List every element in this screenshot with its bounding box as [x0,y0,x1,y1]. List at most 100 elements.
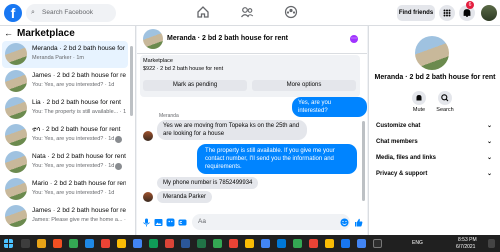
marketplace-conversation-list: ← Marketplace Meranda · 2 bd 2 bath house… [0,26,136,235]
incoming-message[interactable]: Yes we are moving from Topeka ks on the … [157,120,307,140]
row-label: Chat members [376,139,418,145]
conversation-preview: You: The property is still available... … [32,109,126,115]
search-conversation-button[interactable] [438,91,452,105]
chrome-icon[interactable] [325,239,334,248]
word-icon[interactable] [181,239,190,248]
listing-source: Marketplace [143,58,173,64]
conversation-item[interactable]: Nata · 2 bd 2 bath house for rent You: Y… [2,149,128,176]
chrome-icon[interactable] [309,239,318,248]
message-input[interactable]: Aa [192,214,350,230]
outgoing-message[interactable]: The property is still available. If you … [197,144,357,174]
profile-avatar[interactable] [481,5,497,21]
conversation-item[interactable]: Mario · 2 bd 2 bath house for rent You: … [2,176,128,203]
search-input[interactable]: ⌕ Search Facebook [26,4,116,22]
chrome-icon[interactable] [261,239,270,248]
customize-chat-row[interactable]: Customize chat ⌄ [376,119,494,133]
emoji-icon[interactable] [340,218,349,227]
friends-icon[interactable] [240,5,254,19]
conversation-list-scrollbar[interactable] [130,46,133,116]
chrome-icon[interactable] [213,239,222,248]
media-files-links-row[interactable]: Media, files and links ⌄ [376,151,494,165]
row-label: Media, files and links [376,155,437,161]
conversation-item[interactable]: James · 2 bd 2 bath house for rent James… [2,203,128,230]
chat-window: Meranda · 2 bd 2 bath house for rent ⋯ M… [137,26,367,235]
app-icon[interactable] [117,239,126,248]
conversation-title: Lia · 2 bd 2 bath house for rent [32,99,121,106]
app-icon[interactable] [53,239,62,248]
excel-icon[interactable] [197,239,206,248]
sender-avatar[interactable] [143,192,153,202]
chrome-icon[interactable] [229,239,238,248]
mute-button[interactable] [412,91,426,105]
conversation-details-panel: Meranda · 2 bd 2 bath house for rent Mut… [368,26,500,235]
outgoing-message[interactable]: Yes, are you interested? [292,97,367,117]
clock-date[interactable]: 6/7/2021 [456,244,475,250]
privacy-support-row[interactable]: Privacy & support ⌄ [376,167,494,181]
notification-badge: 6 [466,1,474,9]
microphone-icon[interactable] [142,218,151,227]
row-label: Privacy & support [376,171,428,177]
search-placeholder: Search Facebook [42,9,93,16]
search-label: Search [436,107,454,113]
home-icon[interactable] [196,5,210,19]
windows-start-icon[interactable] [4,239,13,248]
chat-scrollbar[interactable] [362,121,365,201]
conversation-title: James · 2 bd 2 bath house for rent [32,72,126,79]
chevron-down-icon: ⌄ [486,123,492,129]
mute-label: Mute [412,107,426,113]
listing-thumbnail [5,70,27,92]
chrome-icon[interactable] [357,239,366,248]
back-arrow-icon[interactable]: ← [4,28,13,38]
app-icon[interactable] [277,239,286,248]
app-icon[interactable] [101,239,110,248]
app-icon[interactable] [373,239,382,248]
groups-icon[interactable] [284,5,298,19]
conversation-preview: You: Yes, are you interested? · 1d [32,82,115,88]
app-icon[interactable] [341,239,350,248]
listing-photo[interactable] [415,36,449,70]
app-icon[interactable] [133,239,142,248]
buyer-avatar [115,136,122,143]
chat-title[interactable]: Meranda · 2 bd 2 bath house for rent [167,35,288,42]
page-title: Marketplace [17,28,75,39]
conversation-item[interactable]: Lia · 2 bd 2 bath house for rent You: Th… [2,95,128,122]
file-explorer-icon[interactable] [37,239,46,248]
mark-as-pending-button[interactable]: Mark as pending [143,80,247,91]
gif-icon[interactable] [178,218,187,227]
thumbs-up-icon[interactable] [354,218,363,227]
language-indicator[interactable]: ENG [412,240,423,246]
chrome-icon[interactable] [293,239,302,248]
chevron-down-icon: ⌄ [486,139,492,145]
conversation-item[interactable]: Meranda · 2 bd 2 bath house for rent Mer… [2,41,128,68]
more-icon[interactable]: ⋯ [350,35,358,43]
clock-time[interactable]: 8:53 PM [458,237,477,243]
app-icon[interactable] [85,239,94,248]
conversation-item[interactable]: ቲሳ · 2 bd 2 bath house for rent You: Yes… [2,122,128,149]
image-icon[interactable] [154,218,163,227]
conversation-preview: You: Yes, are you interested? · 1d [32,190,115,196]
chrome-icon[interactable] [245,239,254,248]
app-icon[interactable] [149,239,158,248]
conversation-preview: Meranda Parker · 1m [32,55,84,61]
conversation-item[interactable]: James · 2 bd 2 bath house for rent You: … [2,68,128,95]
buyer-avatar [115,163,122,170]
find-friends-button[interactable]: Find friends [397,5,435,21]
notification-center-icon[interactable] [488,239,495,248]
listing-thumbnail [5,178,27,200]
chat-members-row[interactable]: Chat members ⌄ [376,135,494,149]
app-icon[interactable] [165,239,174,248]
facebook-logo[interactable]: f [4,4,22,22]
chat-listing-thumbnail[interactable] [143,29,163,49]
sender-avatar[interactable] [143,131,153,141]
incoming-message[interactable]: My phone number is 7852499934 [157,177,259,189]
conversation-title: Mario · 2 bd 2 bath house for rent [32,180,126,187]
incoming-message[interactable]: Meranda Parker [157,191,213,203]
sticker-icon[interactable] [166,218,175,227]
chrome-icon[interactable] [69,239,78,248]
details-title: Meranda · 2 bd 2 bath house for rent [374,74,496,81]
listing-thumbnail [5,43,27,65]
search-icon[interactable] [21,239,30,248]
menu-grid-button[interactable] [439,5,455,21]
marketplace-header: ← Marketplace [4,28,75,42]
more-options-button[interactable]: More options [252,80,356,91]
